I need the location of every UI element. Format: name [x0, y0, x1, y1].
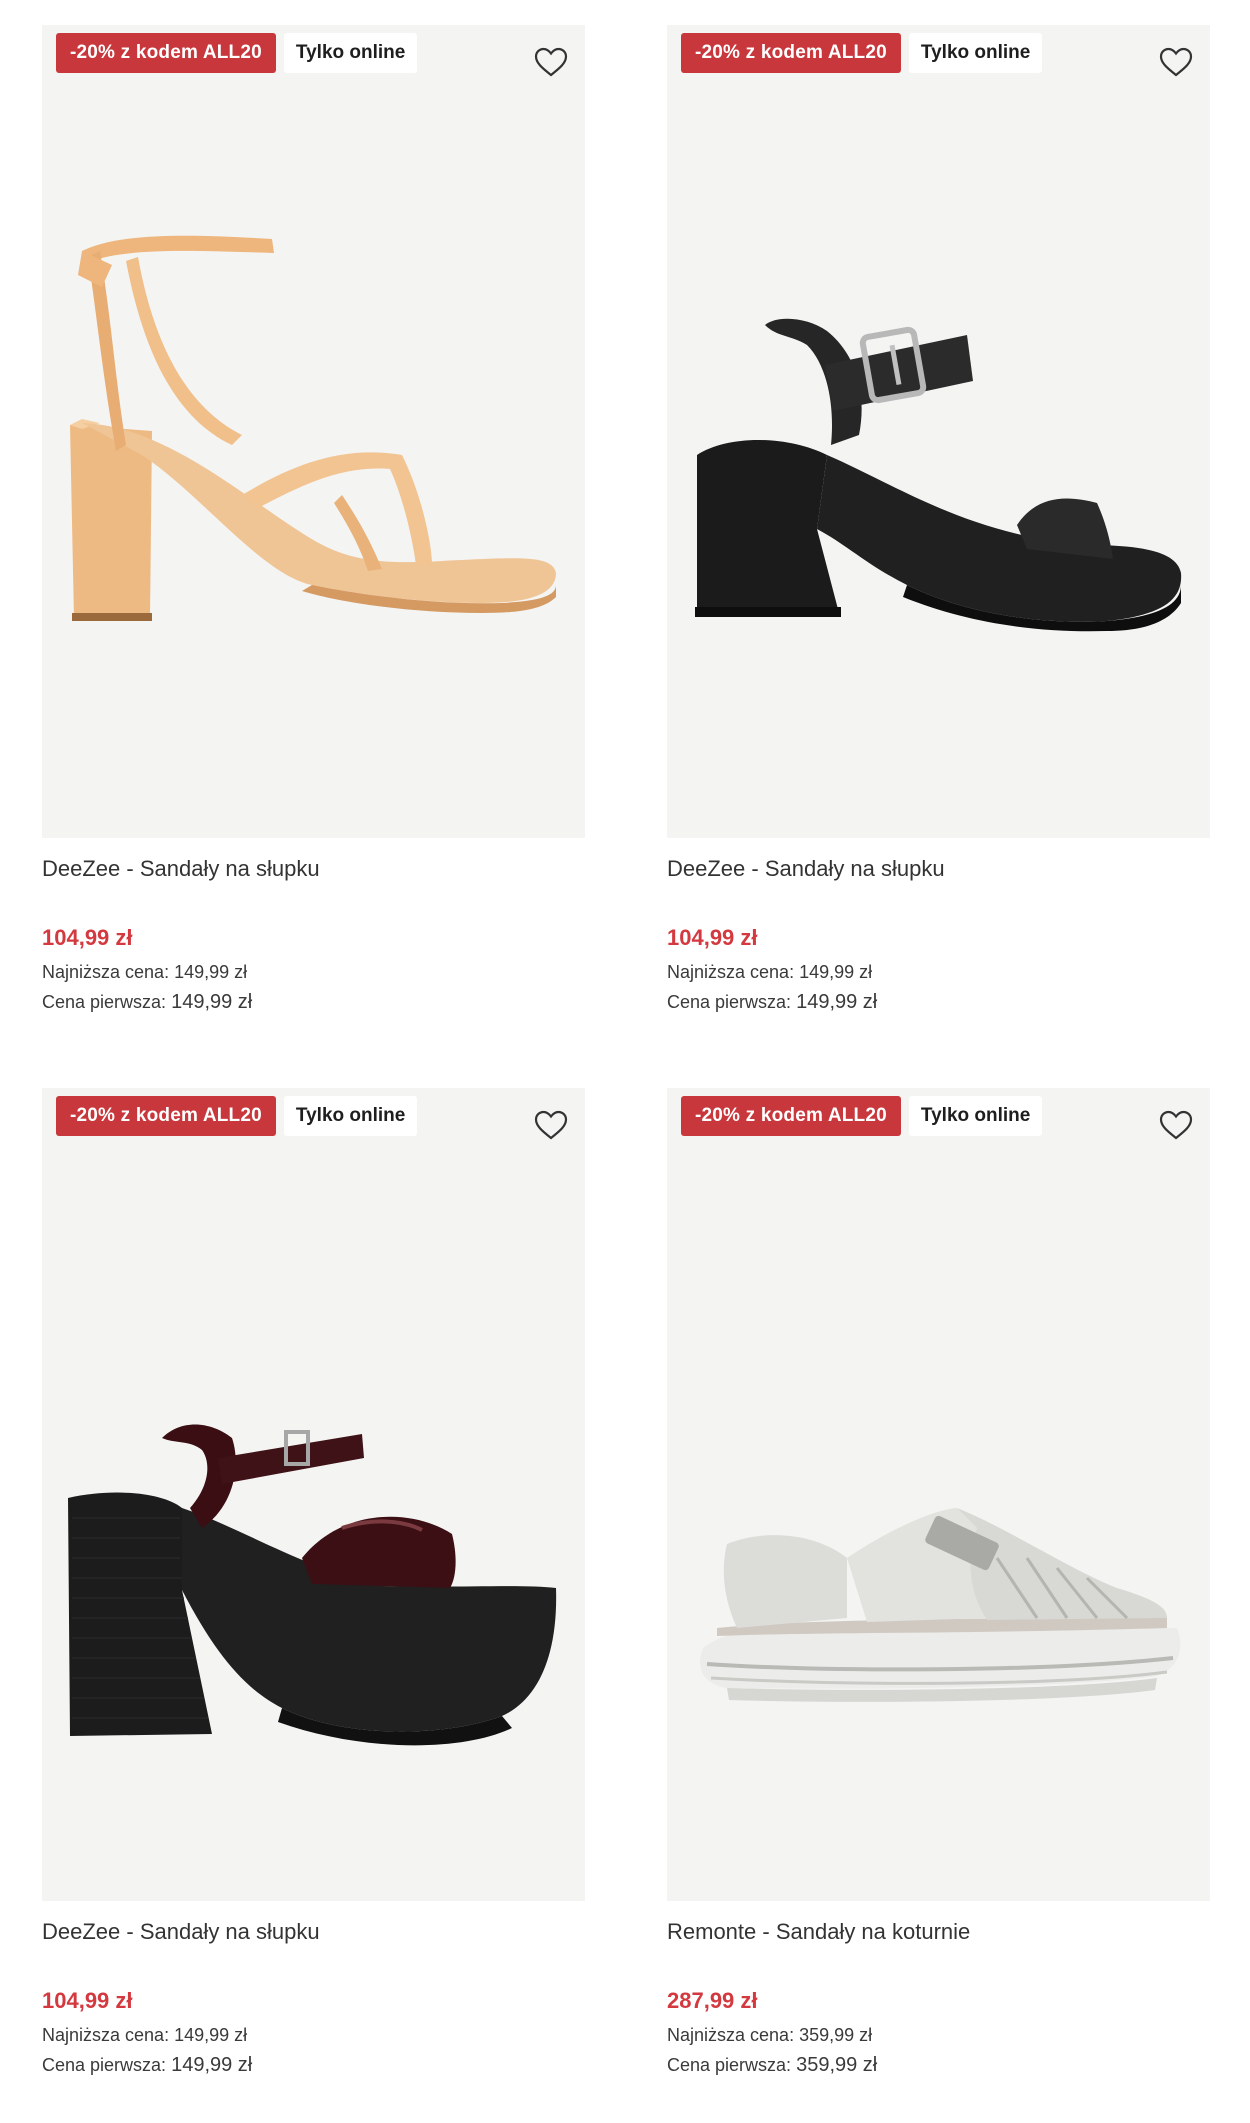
lowest-price-label: Najniższa cena: [667, 962, 795, 982]
online-only-badge: Tylko online [283, 1096, 418, 1136]
lowest-price-row: Najniższa cena: 359,99 zł [667, 2023, 1210, 2047]
black-platform-sandal-image [695, 318, 1182, 632]
product-title[interactable]: Remonte - Sandały na koturnie [667, 1917, 1210, 1947]
heart-outline-icon [534, 47, 568, 77]
lowest-price-value: 149,99 zł [799, 962, 873, 982]
first-price-value: 149,99 zł [171, 2054, 253, 2076]
lowest-price-row: Najniższa cena: 149,99 zł [667, 960, 1210, 984]
promo-badge: -20% z kodem ALL20 [56, 1096, 276, 1136]
lowest-price-value: 149,99 zł [174, 2025, 248, 2045]
lowest-price-label: Najniższa cena: [42, 2025, 170, 2045]
first-price-row: Cena pierwsza: 149,99 zł [667, 990, 1210, 1014]
promo-badge: -20% z kodem ALL20 [681, 1096, 901, 1136]
lowest-price-row: Najniższa cena: 149,99 zł [42, 960, 585, 984]
online-only-badge: Tylko online [908, 33, 1043, 73]
product-title[interactable]: DeeZee - Sandały na słupku [42, 854, 585, 884]
product-card[interactable]: -20% z kodem ALL20 Tylko online DeeZee -… [42, 25, 585, 1014]
badge-group: -20% z kodem ALL20 Tylko online [56, 1096, 418, 1136]
badge-group: -20% z kodem ALL20 Tylko online [56, 33, 418, 73]
promo-badge: -20% z kodem ALL20 [56, 33, 276, 73]
first-price-label: Cena pierwsza: [42, 992, 167, 1012]
lowest-price-value: 149,99 zł [174, 962, 248, 982]
online-only-badge: Tylko online [283, 33, 418, 73]
silver-wedge-sandal-image [700, 1508, 1181, 1702]
first-price-row: Cena pierwsza: 359,99 zł [667, 2053, 1210, 2077]
first-price-label: Cena pierwsza: [42, 2055, 167, 2075]
wishlist-button[interactable] [1156, 42, 1196, 82]
product-image[interactable]: -20% z kodem ALL20 Tylko online [42, 1088, 585, 1901]
badge-group: -20% z kodem ALL20 Tylko online [681, 1096, 1043, 1136]
product-card[interactable]: -20% z kodem ALL20 Tylko online Remonte … [667, 1088, 1210, 2077]
beige-lace-up-sandal-image [70, 235, 556, 621]
product-price: 104,99 zł [42, 1988, 133, 2013]
promo-badge: -20% z kodem ALL20 [681, 33, 901, 73]
product-title[interactable]: DeeZee - Sandały na słupku [667, 854, 1210, 884]
first-price-value: 359,99 zł [796, 2054, 878, 2076]
burgundy-platform-sandal-image [68, 1424, 557, 1746]
product-image[interactable]: -20% z kodem ALL20 Tylko online [667, 25, 1210, 838]
first-price-row: Cena pierwsza: 149,99 zł [42, 990, 585, 1014]
first-price-value: 149,99 zł [796, 991, 878, 1013]
first-price-label: Cena pierwsza: [667, 2055, 792, 2075]
wishlist-button[interactable] [531, 42, 571, 82]
product-card[interactable]: -20% z kodem ALL20 Tylko online DeeZee -… [42, 1088, 585, 2077]
badge-group: -20% z kodem ALL20 Tylko online [681, 33, 1043, 73]
first-price-row: Cena pierwsza: 149,99 zł [42, 2053, 585, 2077]
product-grid: -20% z kodem ALL20 Tylko online DeeZee -… [0, 0, 1250, 2123]
lowest-price-row: Najniższa cena: 149,99 zł [42, 2023, 585, 2047]
heart-outline-icon [1159, 1110, 1193, 1140]
heart-outline-icon [534, 1110, 568, 1140]
product-price: 104,99 zł [667, 925, 758, 950]
product-price: 104,99 zł [42, 925, 133, 950]
lowest-price-label: Najniższa cena: [667, 2025, 795, 2045]
wishlist-button[interactable] [1156, 1105, 1196, 1145]
lowest-price-value: 359,99 zł [799, 2025, 873, 2045]
product-image[interactable]: -20% z kodem ALL20 Tylko online [667, 1088, 1210, 1901]
product-price: 287,99 zł [667, 1988, 758, 2013]
product-title[interactable]: DeeZee - Sandały na słupku [42, 1917, 585, 1947]
product-image[interactable]: -20% z kodem ALL20 Tylko online [42, 25, 585, 838]
first-price-value: 149,99 zł [171, 991, 253, 1013]
wishlist-button[interactable] [531, 1105, 571, 1145]
online-only-badge: Tylko online [908, 1096, 1043, 1136]
lowest-price-label: Najniższa cena: [42, 962, 170, 982]
heart-outline-icon [1159, 47, 1193, 77]
product-card[interactable]: -20% z kodem ALL20 Tylko online DeeZee -… [667, 25, 1210, 1014]
first-price-label: Cena pierwsza: [667, 992, 792, 1012]
